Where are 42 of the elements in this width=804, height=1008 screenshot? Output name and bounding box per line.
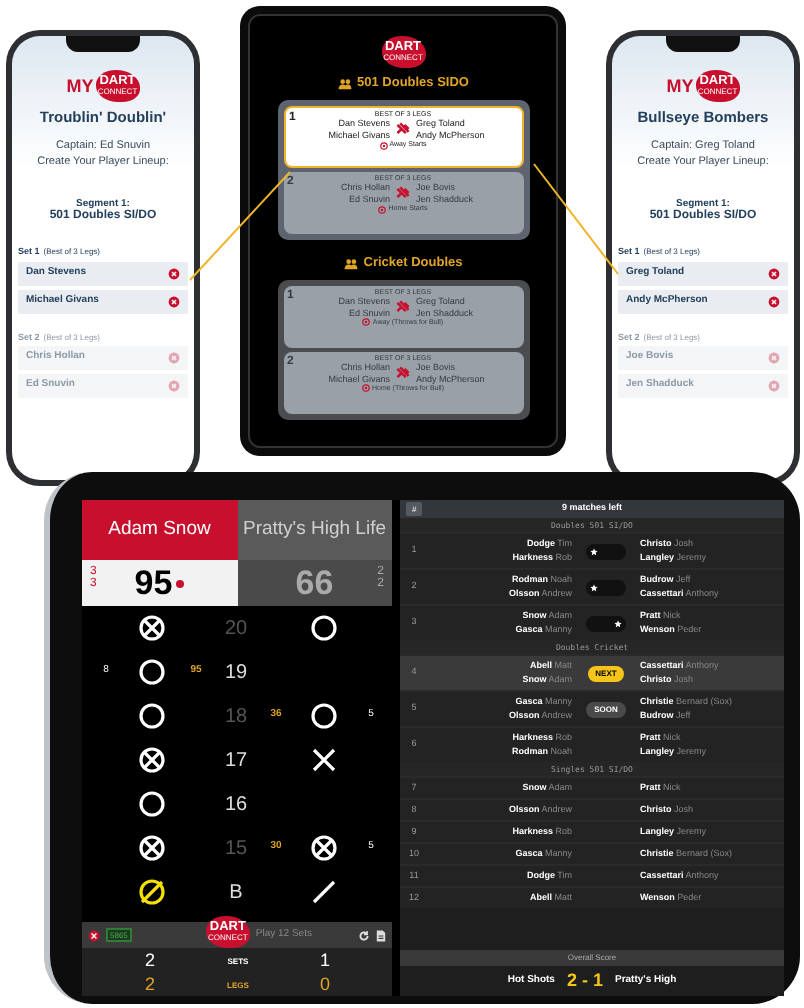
close-icon[interactable]: [88, 929, 100, 941]
remove-icon[interactable]: [168, 267, 180, 279]
target-number: 16: [222, 791, 250, 819]
target-number: 17: [222, 747, 250, 775]
star-icon: [590, 583, 598, 591]
star-icon: [614, 619, 622, 627]
target-icon: [378, 205, 387, 214]
versus-icon: [396, 300, 410, 314]
total-value: 1: [317, 948, 332, 974]
score-value: 66: [295, 561, 334, 606]
score-value: 95: [134, 561, 173, 606]
document-icon[interactable]: [376, 929, 386, 941]
logo-text: MY: [666, 77, 694, 95]
phone-notch: [66, 36, 140, 52]
phone-notch: [666, 36, 740, 52]
connector-line: [533, 163, 619, 275]
team-header: Adam Snow: [82, 500, 237, 560]
total-value: 2: [142, 948, 157, 974]
versus-icon: [396, 186, 410, 201]
overall-score: 2 - 1: [566, 967, 603, 994]
people-icon: [343, 257, 358, 270]
remove-icon[interactable]: [168, 295, 180, 307]
total-value: 2: [142, 972, 157, 998]
target-icon: [362, 384, 370, 393]
refresh-icon[interactable]: [358, 929, 370, 941]
team-header: Pratty's High Life: [237, 500, 392, 560]
target-number: 19: [222, 659, 250, 687]
target-number: 20: [222, 615, 250, 643]
target-number: 15: [222, 835, 250, 863]
total-value: 0: [317, 972, 332, 998]
star-icon: [590, 547, 598, 555]
target-icon: [379, 141, 388, 150]
logo-text: MY: [66, 77, 94, 95]
versus-icon: [396, 122, 410, 137]
remove-icon[interactable]: [768, 267, 780, 279]
remove-icon[interactable]: [768, 295, 780, 307]
target-icon: [362, 318, 371, 327]
versus-icon: [396, 366, 410, 380]
target-number: B: [227, 879, 245, 907]
people-icon: [337, 77, 351, 90]
target-number: 18: [222, 703, 250, 731]
connector-line: [189, 171, 291, 281]
